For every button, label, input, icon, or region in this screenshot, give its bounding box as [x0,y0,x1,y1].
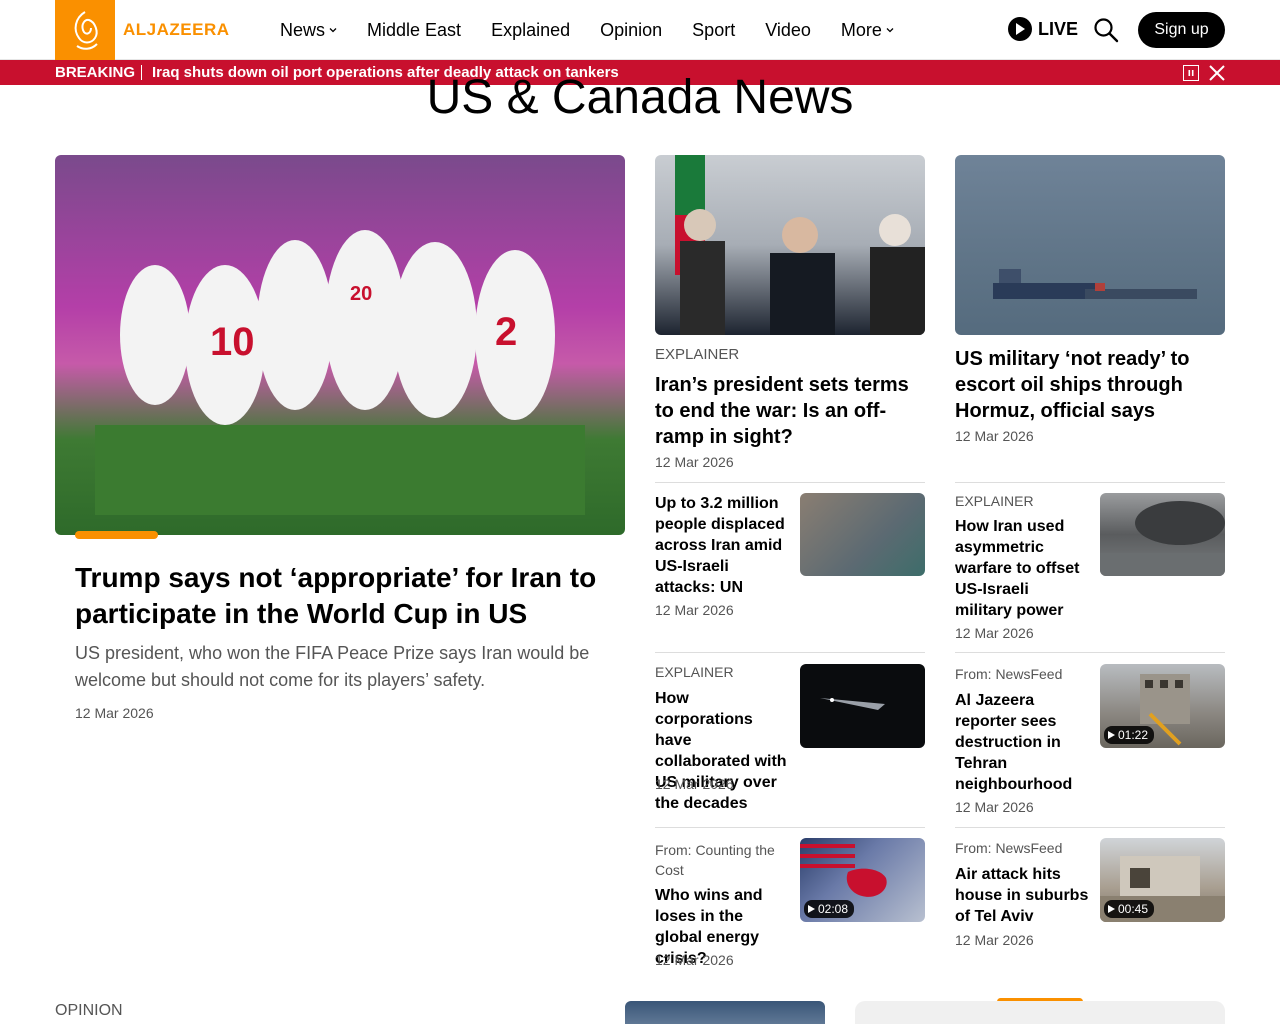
col2-item-2-image[interactable] [800,664,925,748]
nav-item-more[interactable]: More [841,20,894,41]
signup-button[interactable]: Sign up [1138,12,1225,48]
divider [655,652,925,653]
nav-label: Explained [491,19,571,40]
main-nav: News Middle East Explained Opinion Sport… [280,0,924,60]
nav-label: Video [765,19,811,40]
opinion-image[interactable] [625,1001,825,1024]
nav-label: Middle East [367,19,462,40]
col2-item-3-image[interactable]: 02:08 [800,838,925,922]
chevron-down-icon [886,28,894,33]
col2-top-kicker: EXPLAINER [655,346,740,363]
col2-item-3-date: 12 Mar 2026 [655,952,734,968]
nav-label: More [840,19,882,40]
feature-date: 12 Mar 2026 [75,705,154,721]
nav-item-video[interactable]: Video [765,20,811,41]
col2-top-date: 12 Mar 2026 [655,454,734,470]
feature-summary: US president, who won the FIFA Peace Pri… [75,643,590,690]
nav-item-explained[interactable]: Explained [491,20,570,41]
divider [955,652,1225,653]
svg-text:2: 2 [495,310,517,354]
live-button[interactable]: LIVE [1008,17,1078,41]
col2-item-3-kicker: From: Counting the Cost [655,842,775,878]
page-title: US & Canada News [426,71,854,124]
col3-item-1-kicker: EXPLAINER [955,493,1034,509]
nav-label: Opinion [600,19,663,40]
col3-item-3-kicker: From: NewsFeed [955,840,1063,856]
logo-mark-icon [55,0,115,60]
play-icon [1008,17,1032,41]
col3-top-date: 12 Mar 2026 [955,428,1034,444]
duration-text: 01:22 [1118,728,1149,742]
play-icon [1108,731,1115,739]
col3-item-1-headline-link[interactable]: How Iran used asymmetric warfare to offs… [955,516,1090,621]
feature-accent-bar [75,531,158,539]
live-label: LIVE [1038,18,1079,39]
col3-top-image[interactable] [955,155,1225,335]
col3-item-3-image[interactable]: 00:45 [1100,838,1225,922]
feature-image[interactable]: 10 20 2 [55,155,625,535]
col3-item-2-image[interactable]: 01:22 [1100,664,1225,748]
col2-top-image[interactable] [655,155,925,335]
newsletter-signup-card [855,1001,1225,1024]
aircraft-night-image [820,698,885,710]
nav-item-news[interactable]: News [280,20,337,41]
col3-item-2-date: 12 Mar 2026 [955,799,1034,815]
col2-item-1-date: 12 Mar 2026 [655,602,734,618]
divider [955,827,1225,828]
video-duration-badge: 01:22 [1104,726,1155,744]
duration-text: 02:08 [818,902,849,916]
play-icon [808,905,815,913]
divider [655,482,925,483]
chevron-down-icon [329,28,337,33]
video-duration-badge: 02:08 [804,900,855,918]
play-icon [1108,905,1115,913]
col3-item-2-headline-link[interactable]: Al Jazeera reporter sees destruction in … [955,690,1090,795]
nav-item-sport[interactable]: Sport [692,20,735,41]
meeting-image [675,155,925,335]
site-header: ALJAZEERA News Middle East Explained Opi… [0,0,1280,60]
col2-item-2-headline-link[interactable]: How corporations have collaborated with … [655,688,790,814]
nav-item-opinion[interactable]: Opinion [600,20,662,41]
col2-item-2-kicker: EXPLAINER [655,664,734,680]
col3-item-1-image[interactable] [1100,493,1225,576]
logo-text: ALJAZEERA [123,20,230,39]
search-icon[interactable] [1093,17,1119,43]
col3-item-3-date: 12 Mar 2026 [955,932,1034,948]
col3-item-1-date: 12 Mar 2026 [955,625,1034,641]
svg-text:20: 20 [350,283,372,305]
col3-top-headline-link[interactable]: US military ‘not ready’ to escort oil sh… [955,346,1225,424]
smoke-road-image [1100,501,1225,576]
col3-item-2-kicker: From: NewsFeed [955,666,1063,682]
col2-item-1-image[interactable] [800,493,925,576]
col2-top-headline-link[interactable]: Iran’s president sets terms to end the w… [655,372,925,450]
col3-item-3-headline-link[interactable]: Air attack hits house in suburbs of Tel … [955,864,1090,927]
tanker-ship-image [993,269,1197,299]
football-players-image: 10 20 2 [95,230,585,515]
divider [955,482,1225,483]
site-logo[interactable]: ALJAZEERA [55,0,230,60]
opinion-section-label: OPINION [55,1002,123,1019]
col2-item-2-date: 12 Mar 2026 [655,776,734,792]
col2-item-1-headline-link[interactable]: Up to 3.2 million people displaced acros… [655,493,790,598]
nav-label: News [280,19,326,40]
divider [655,827,925,828]
video-duration-badge: 00:45 [1104,900,1155,918]
nav-label: Sport [692,19,736,40]
nav-item-middle-east[interactable]: Middle East [367,20,461,41]
duration-text: 00:45 [1118,902,1149,916]
feature-headline-link[interactable]: Trump says not ‘appropriate’ for Iran to… [75,560,605,632]
svg-text:10: 10 [210,320,255,364]
